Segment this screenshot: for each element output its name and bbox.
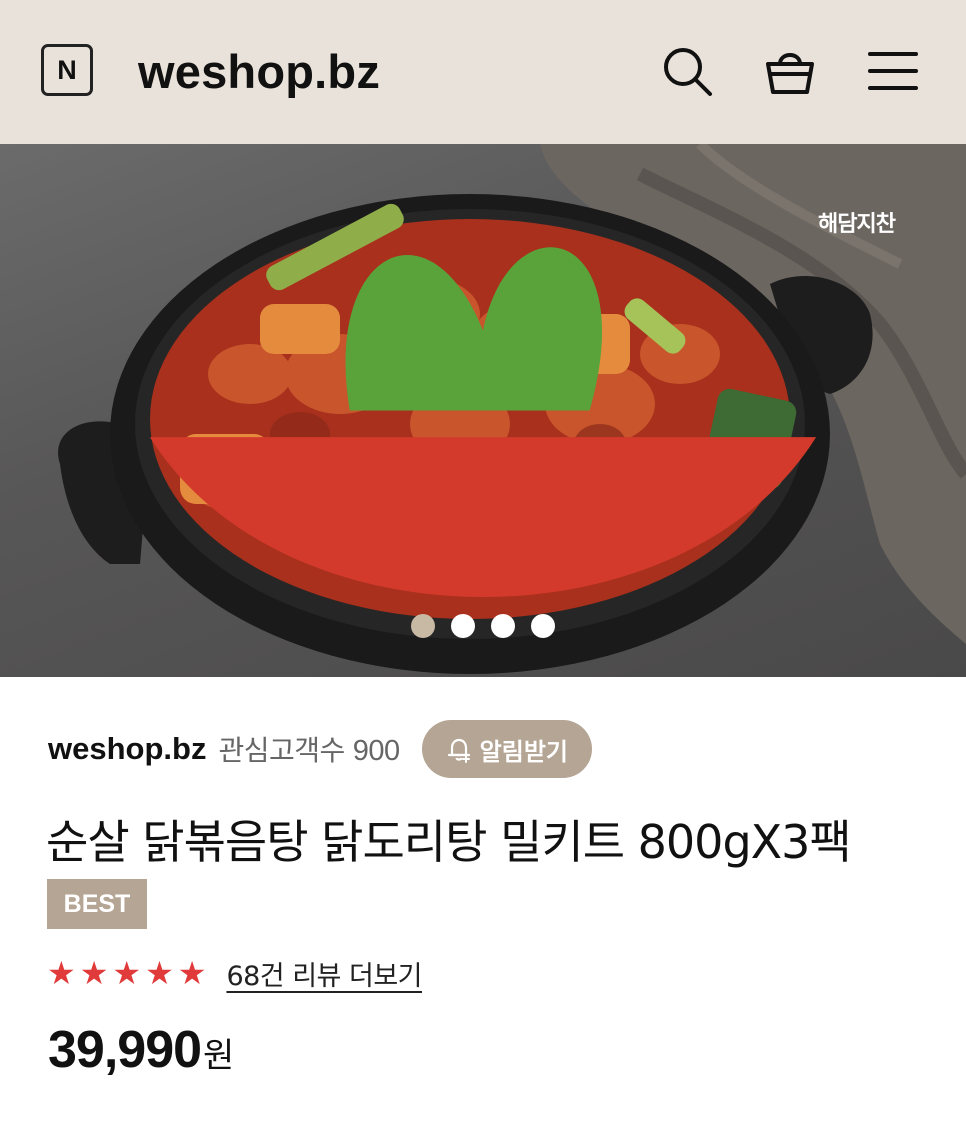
star-icon: ★ [79,954,109,992]
follower-count: 관심고객수 900 [218,729,400,769]
star-rating: ★ ★ ★ ★ ★ [47,957,206,989]
rating-row: ★ ★ ★ ★ ★ 68건 리뷰 더보기 [47,952,422,994]
star-icon: ★ [47,954,76,992]
n-logo-icon[interactable]: N [41,44,93,96]
carousel-dot[interactable] [491,614,515,638]
product-image-carousel[interactable]: 해담지찬 [0,144,966,677]
site-title[interactable]: weshop.bz [138,40,380,104]
brand-logo-text: 해담지찬 [818,212,896,237]
shopping-bag-icon[interactable] [763,44,817,98]
review-link[interactable]: 68건 리뷰 더보기 [226,954,422,993]
carousel-dot[interactable] [451,614,475,638]
star-icon: ★ [145,954,174,992]
best-badge: BEST [47,879,147,929]
carousel-indicators [0,614,966,640]
top-header: N weshop.bz [0,0,966,144]
product-title: 순살 닭볶음탕 닭도리탕 밀키트 800gX3팩 [46,815,852,869]
follower-number: 900 [352,735,400,767]
follower-label: 관심고객수 [218,734,345,767]
star-icon: ★ [177,954,207,992]
shop-name[interactable]: weshop.bz [48,731,206,767]
price-unit: 원 [203,1036,235,1076]
star-icon: ★ [112,954,142,992]
carousel-dot[interactable] [531,614,555,638]
price-row: 39,990 원 [48,1020,234,1080]
shop-info-row: weshop.bz 관심고객수 900 알림받기 [48,720,592,778]
bell-plus-icon [447,738,470,763]
carousel-dot[interactable] [411,614,435,638]
search-icon[interactable] [660,44,714,98]
notify-button[interactable]: 알림받기 [421,720,592,778]
price-value: 39,990 [48,1021,202,1079]
menu-icon[interactable] [866,44,920,98]
notify-button-label: 알림받기 [479,737,568,766]
